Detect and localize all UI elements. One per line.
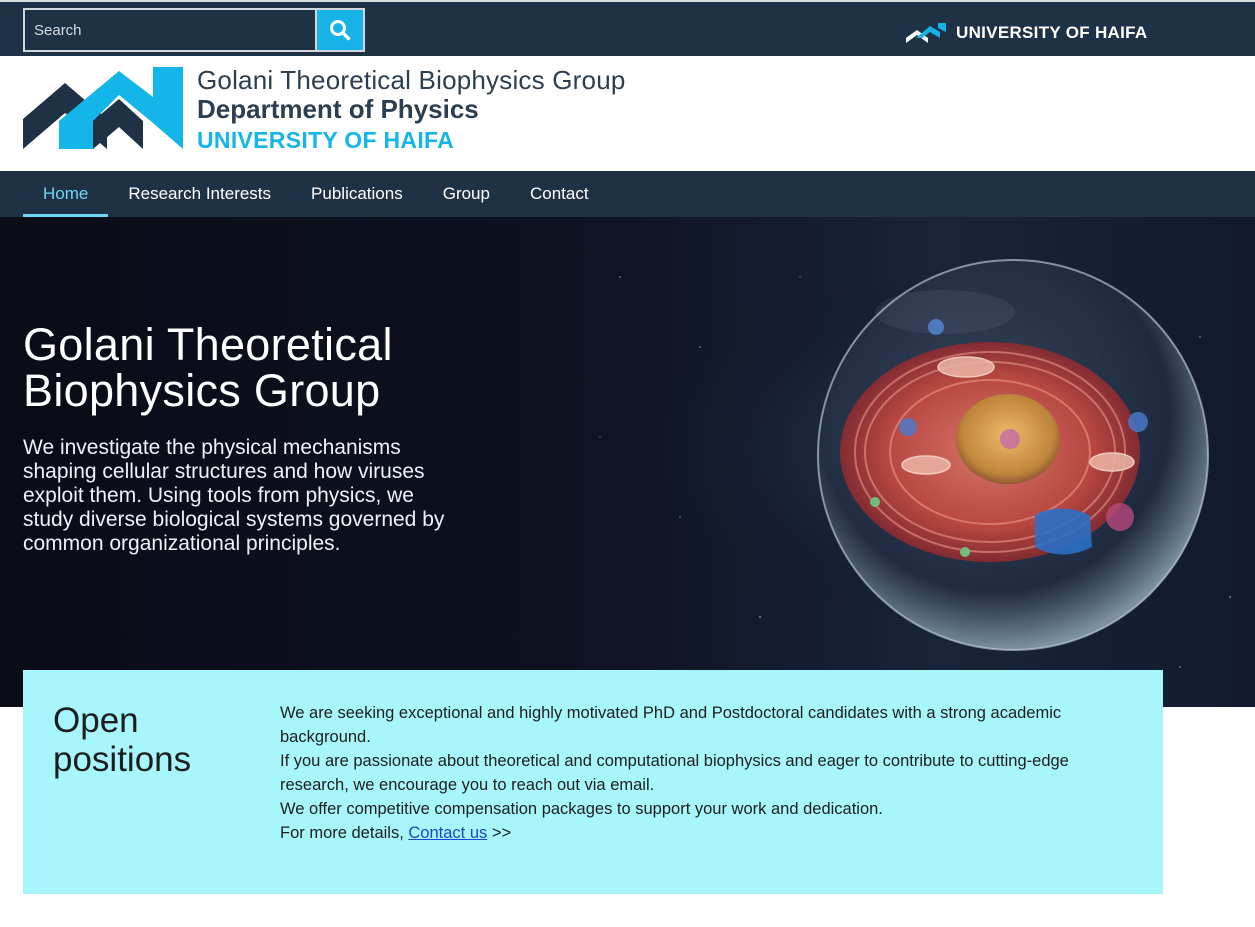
nav-item-home[interactable]: Home xyxy=(23,171,109,217)
main-nav: Home Research Interests Publications Gro… xyxy=(0,171,1255,217)
nav-item-publications[interactable]: Publications xyxy=(291,171,423,217)
nav-item-group[interactable]: Group xyxy=(423,171,510,217)
university-brand-top[interactable]: UNIVERSITY OF HAIFA xyxy=(906,20,1147,46)
positions-paragraph-4: For more details, Contact us >> xyxy=(280,821,1135,845)
search-icon xyxy=(330,20,351,41)
positions-details-prefix: For more details, xyxy=(280,824,409,842)
nav-item-contact[interactable]: Contact xyxy=(510,171,609,217)
university-logo-icon xyxy=(906,23,946,43)
site-header: Golani Theoretical Biophysics Group Depa… xyxy=(0,56,1255,171)
search-button[interactable] xyxy=(317,8,365,52)
search-box xyxy=(23,8,365,52)
group-logo-icon xyxy=(23,67,183,149)
contact-us-link[interactable]: Contact us xyxy=(408,824,487,842)
open-positions-title: Open positions xyxy=(53,701,192,779)
open-positions-body: We are seeking exceptional and highly mo… xyxy=(280,701,1135,845)
nav-item-research-interests[interactable]: Research Interests xyxy=(108,171,291,217)
group-logo[interactable] xyxy=(23,67,185,156)
positions-paragraph-3: We offer competitive compensation packag… xyxy=(280,800,883,818)
top-bar: UNIVERSITY OF HAIFA xyxy=(0,0,1255,56)
positions-paragraph-1: We are seeking exceptional and highly mo… xyxy=(280,704,1062,746)
group-logo-text[interactable]: Golani Theoretical Biophysics Group Depa… xyxy=(197,66,626,157)
positions-paragraph-2: If you are passionate about theoretical … xyxy=(280,752,1069,794)
university-name-top: UNIVERSITY OF HAIFA xyxy=(956,23,1148,42)
hero-description: We investigate the physical mechanisms s… xyxy=(23,436,445,555)
logo-group-name: Golani Theoretical Biophysics Group xyxy=(197,65,626,95)
positions-details-suffix: >> xyxy=(487,824,512,842)
nav-items: Home Research Interests Publications Gro… xyxy=(23,171,609,217)
hero-title: Golani Theoretical Biophysics Group xyxy=(23,319,393,416)
search-input[interactable] xyxy=(23,8,317,52)
open-positions-panel: Open positions We are seeking exceptiona… xyxy=(23,670,1163,894)
logo-university: UNIVERSITY OF HAIFA xyxy=(197,127,455,153)
logo-department: Department of Physics xyxy=(197,94,479,124)
hero-banner: Golani Theoretical Biophysics Group We i… xyxy=(0,217,1255,707)
